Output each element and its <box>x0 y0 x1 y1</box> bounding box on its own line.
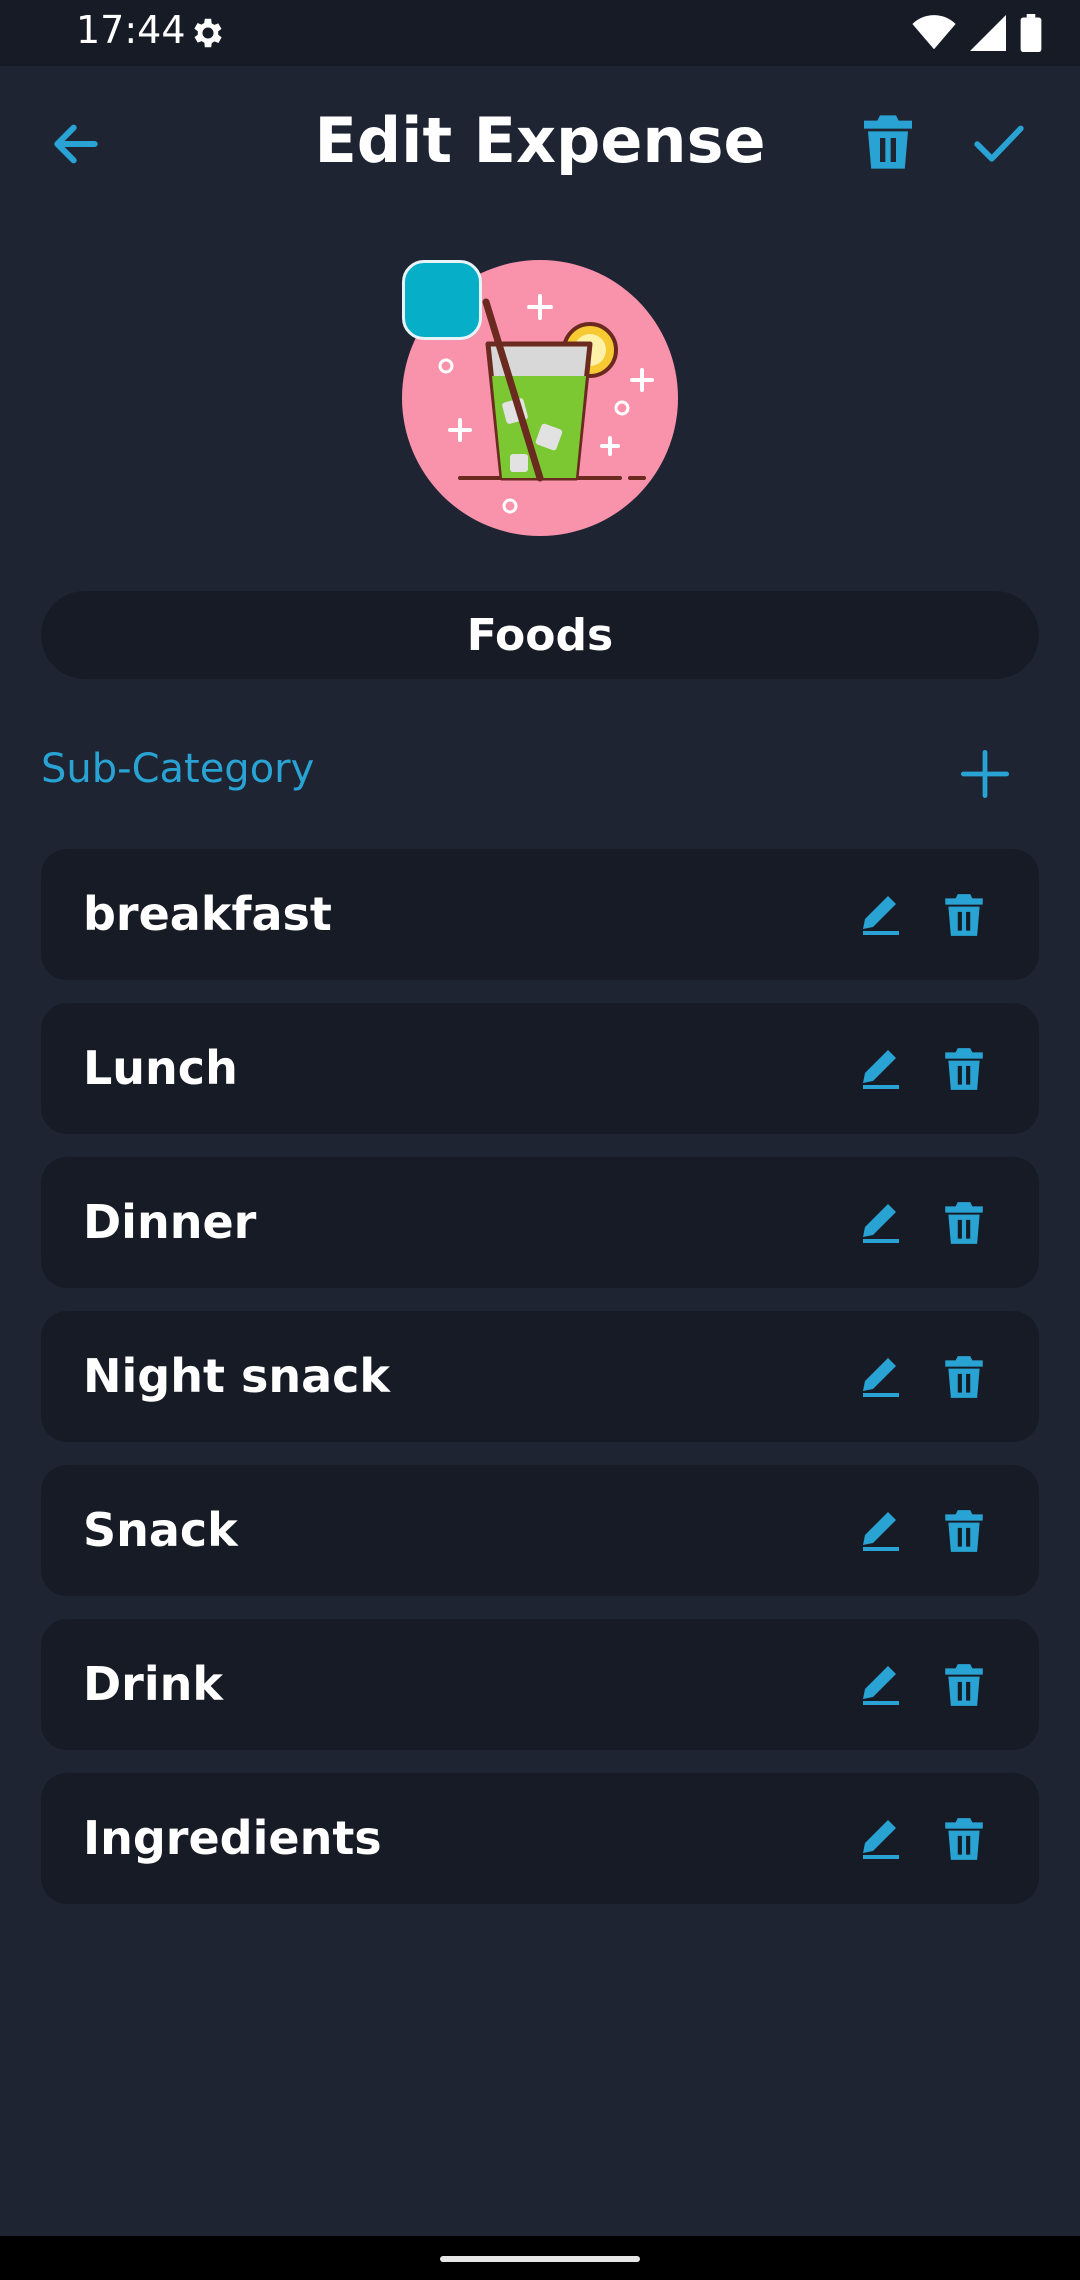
checkmark-icon[interactable] <box>970 114 1028 172</box>
subcategory-label: Snack <box>83 1503 238 1557</box>
subcategory-list: breakfast Lunch Dinner Night snack Snack… <box>41 849 1039 1927</box>
trash-icon[interactable] <box>939 1043 989 1095</box>
trash-icon[interactable] <box>939 1659 989 1711</box>
subcategory-row-snack[interactable]: Snack <box>41 1465 1039 1596</box>
subcategory-header: Sub-Category <box>41 740 1039 806</box>
plus-icon[interactable] <box>959 748 1011 800</box>
trash-icon[interactable] <box>939 1813 989 1865</box>
subcategory-row-lunch[interactable]: Lunch <box>41 1003 1039 1134</box>
subcategory-label: breakfast <box>83 887 332 941</box>
subcategory-label: Dinner <box>83 1195 257 1249</box>
category-color-swatch[interactable] <box>402 260 482 340</box>
subcategory-label: Drink <box>83 1657 223 1711</box>
pencil-icon[interactable] <box>857 1507 905 1555</box>
settings-gear-icon <box>194 18 222 48</box>
status-bar: 17:44 <box>0 0 1080 66</box>
trash-icon[interactable] <box>939 1197 989 1249</box>
category-name-field[interactable]: Foods <box>41 591 1039 679</box>
trash-icon[interactable] <box>939 889 989 941</box>
pencil-icon[interactable] <box>857 1045 905 1093</box>
subcategory-label: Ingredients <box>83 1811 382 1865</box>
subcategory-label: Night snack <box>83 1349 390 1403</box>
subcategory-row-breakfast[interactable]: breakfast <box>41 849 1039 980</box>
subcategory-row-dinner[interactable]: Dinner <box>41 1157 1039 1288</box>
subcategory-label: Lunch <box>83 1041 238 1095</box>
pencil-icon[interactable] <box>857 891 905 939</box>
cell-signal-icon <box>970 15 1006 51</box>
trash-icon[interactable] <box>856 110 920 174</box>
pencil-icon[interactable] <box>857 1353 905 1401</box>
battery-icon <box>1020 14 1042 52</box>
pencil-icon[interactable] <box>857 1199 905 1247</box>
subcategory-title: Sub-Category <box>41 746 315 792</box>
subcategory-row-ingredients[interactable]: Ingredients <box>41 1773 1039 1904</box>
trash-icon[interactable] <box>939 1505 989 1557</box>
home-gesture-handle[interactable] <box>440 2256 640 2262</box>
wifi-icon <box>912 15 956 50</box>
pencil-icon[interactable] <box>857 1661 905 1709</box>
app-bar: Edit Expense <box>0 66 1080 218</box>
trash-icon[interactable] <box>939 1351 989 1403</box>
subcategory-row-drink[interactable]: Drink <box>41 1619 1039 1750</box>
status-time: 17:44 <box>76 8 186 52</box>
pencil-icon[interactable] <box>857 1815 905 1863</box>
navigation-bar <box>0 2236 1080 2280</box>
subcategory-row-night-snack[interactable]: Night snack <box>41 1311 1039 1442</box>
